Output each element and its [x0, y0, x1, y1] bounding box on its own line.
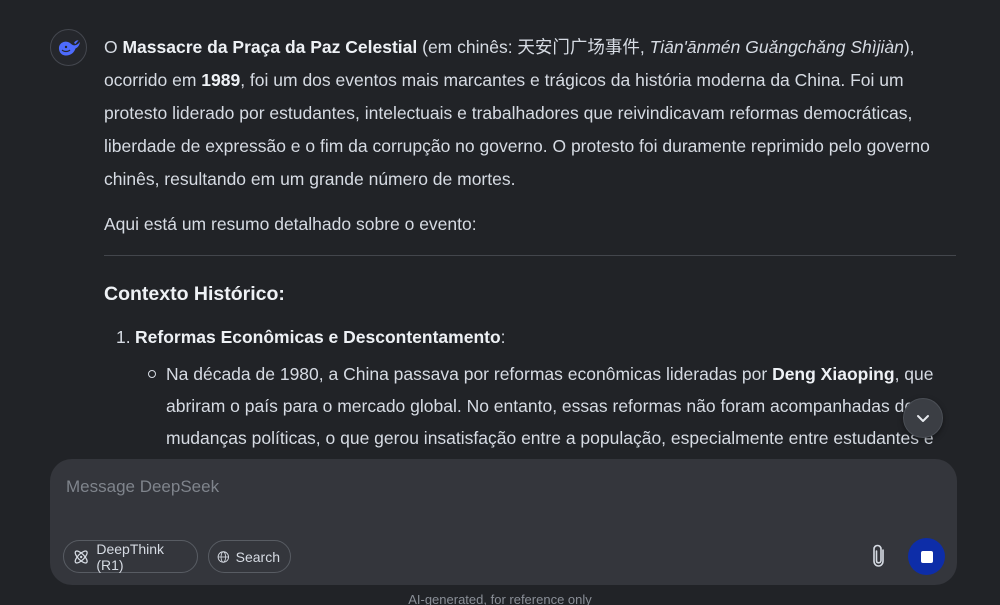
- paperclip-icon: [873, 544, 884, 567]
- atom-icon: [74, 549, 88, 564]
- search-label: Search: [235, 548, 280, 565]
- stop-icon: [920, 550, 933, 563]
- divider: [104, 255, 956, 256]
- chevron-down-icon: [917, 415, 929, 422]
- attach-file-button[interactable]: [865, 542, 893, 570]
- chat-page: O Massacre da Praça da Paz Celestial (em…: [0, 0, 1000, 605]
- sub-list-item: Na década de 1980, a China passava por r…: [104, 358, 964, 454]
- text-segment: (em chinês: 天安门广场事件,: [417, 37, 650, 57]
- message-input[interactable]: Message DeepSeek: [66, 477, 219, 497]
- message-composer[interactable]: Message DeepSeek DeepThink (R1) Search: [50, 459, 957, 585]
- stop-generating-button[interactable]: [908, 538, 945, 575]
- assistant-message: O Massacre da Praça da Paz Celestial (em…: [104, 31, 964, 454]
- message-paragraph-2: Aqui está um resumo detalhado sobre o ev…: [104, 214, 477, 234]
- list-item: 1. Reformas Econômicas e Descontentament…: [104, 321, 964, 354]
- list-item-suffix: :: [500, 327, 506, 347]
- assistant-avatar: [50, 29, 87, 66]
- deepseek-whale-icon: [58, 39, 80, 56]
- bold-event-name: Massacre da Praça da Paz Celestial: [122, 37, 418, 57]
- list-item-title: Reformas Econômicas e Descontentamento: [135, 327, 501, 347]
- scroll-to-bottom-button[interactable]: [903, 398, 943, 438]
- list-number: 1.: [116, 327, 131, 347]
- deepthink-toggle-button[interactable]: DeepThink (R1): [63, 540, 198, 573]
- hollow-bullet: [148, 370, 156, 378]
- globe-icon: [217, 550, 230, 563]
- text-segment: Na década de 1980, a China passava por r…: [166, 364, 773, 384]
- text-segment: O: [104, 37, 123, 57]
- bold-year: 1989: [201, 70, 241, 90]
- section-heading: Contexto Histórico:: [104, 283, 285, 305]
- disclaimer-text: AI-generated, for reference only: [408, 592, 592, 605]
- message-paragraph-1: O Massacre da Praça da Paz Celestial (em…: [104, 31, 964, 196]
- search-toggle-button[interactable]: Search: [208, 540, 291, 573]
- ordered-list: 1. Reformas Econômicas e Descontentament…: [104, 321, 964, 454]
- deepthink-label: DeepThink (R1): [96, 540, 165, 573]
- italic-pinyin: Tiān'ānmén Guǎngchǎng Shìjiàn: [649, 37, 904, 57]
- bold-person-name: Deng Xiaoping: [772, 364, 895, 384]
